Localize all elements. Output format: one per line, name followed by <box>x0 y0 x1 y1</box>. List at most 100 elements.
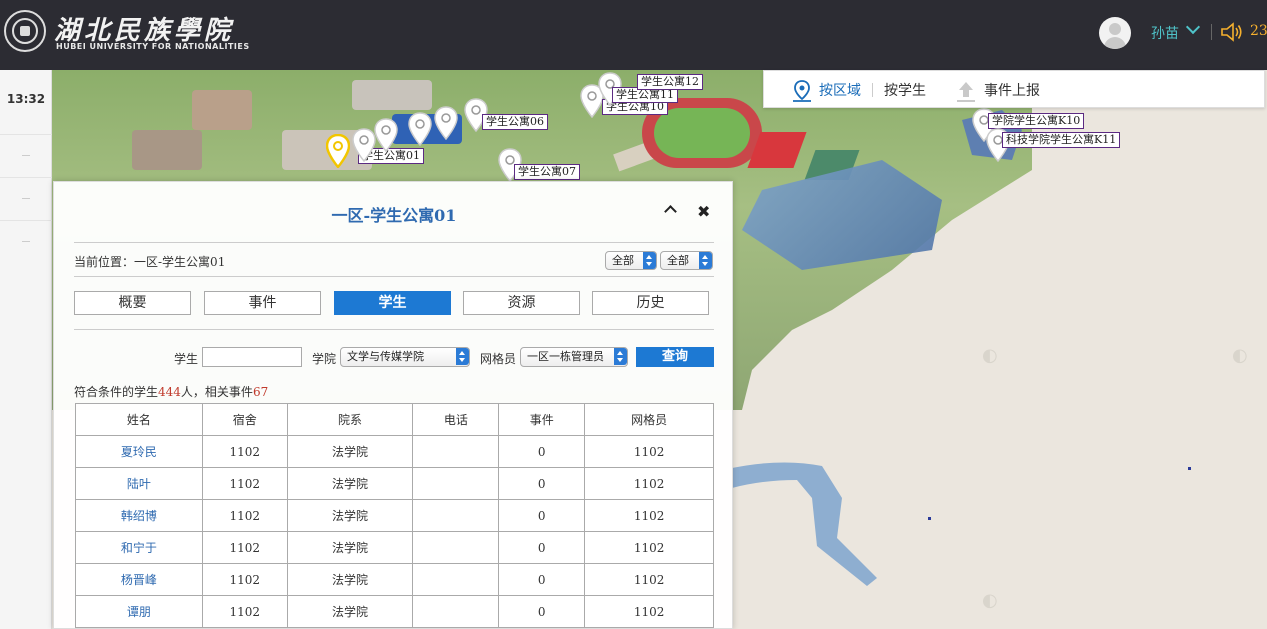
summary-prefix: 符合条件的学生 <box>74 385 159 399</box>
event-count: 67 <box>252 385 269 399</box>
student-name-link[interactable]: 陆叶 <box>75 467 203 500</box>
panel-title: 一区-学生公寓01 <box>331 206 457 225</box>
department-cell: 法学院 <box>286 531 414 564</box>
map-toolbar: 按区域 按学生 事件上报 <box>763 70 1265 108</box>
speaker-icon[interactable] <box>1220 22 1244 42</box>
sidebar-item-3[interactable] <box>0 220 52 263</box>
phone-cell <box>412 595 500 628</box>
department-cell: 法学院 <box>286 563 414 596</box>
grid-manager-select-value: 一区一栋管理员 <box>527 350 604 363</box>
map-marker-icon[interactable] <box>408 112 432 146</box>
map-marker-label[interactable]: 学生公寓07 <box>514 164 580 180</box>
column-header-department[interactable]: 院系 <box>286 403 414 436</box>
map-marker-selected-icon[interactable] <box>326 134 350 168</box>
toolbar-divider <box>872 83 873 97</box>
student-count: 444 <box>158 385 181 399</box>
table-row[interactable]: 谭朋 1102 法学院 0 1102 <box>75 595 714 628</box>
filter-select-2[interactable]: 全部 <box>660 251 713 270</box>
department-cell: 法学院 <box>286 499 414 532</box>
student-name-link[interactable]: 和宁于 <box>75 531 203 564</box>
student-table: 姓名 宿舍 院系 电话 事件 网格员 夏玲民 1102 法学院 0 1102 陆… <box>75 403 714 628</box>
building-info-panel: 一区-学生公寓01 ✖ 当前位置：一区-学生公寓01 全部 全部 概要 事件 学… <box>53 181 733 629</box>
upload-icon[interactable] <box>956 80 976 102</box>
clock-time: 13:32 <box>6 92 46 106</box>
college-label: 学院 <box>312 352 337 366</box>
grid-manager-cell: 1102 <box>584 435 714 468</box>
map-marker-icon[interactable] <box>374 118 398 152</box>
by-area-button[interactable]: 按区域 <box>819 80 861 100</box>
divider <box>74 242 714 243</box>
grid-manager-cell: 1102 <box>584 595 714 628</box>
phone-cell <box>412 531 500 564</box>
table-row[interactable]: 夏玲民 1102 法学院 0 1102 <box>75 435 714 468</box>
student-search-input[interactable] <box>202 347 302 367</box>
query-button[interactable]: 查询 <box>636 347 714 367</box>
map-watermark: ◐ <box>982 345 998 366</box>
column-header-phone[interactable]: 电话 <box>412 403 500 436</box>
map-point-marker[interactable] <box>1188 467 1191 470</box>
grid-manager-label: 网格员 <box>480 352 517 366</box>
result-summary: 符合条件的学生444人，相关事件67 <box>74 383 268 400</box>
university-seal-logo <box>4 10 46 52</box>
department-cell: 法学院 <box>286 595 414 628</box>
location-pin-icon[interactable] <box>792 80 812 102</box>
map-point-marker[interactable] <box>928 517 931 520</box>
tab-resources[interactable]: 资源 <box>463 291 580 315</box>
events-cell: 0 <box>498 531 586 564</box>
column-header-events[interactable]: 事件 <box>498 403 586 436</box>
events-cell: 0 <box>498 595 586 628</box>
sidebar-item-1[interactable] <box>0 134 52 177</box>
map-marker-label[interactable]: 科技学院学生公寓K11 <box>1002 132 1121 148</box>
map-marker-icon[interactable] <box>352 128 376 162</box>
grid-manager-select[interactable]: 一区一栋管理员 <box>520 347 628 367</box>
college-select-value: 文学与传媒学院 <box>347 350 424 363</box>
filter-select-1[interactable]: 全部 <box>605 251 657 270</box>
close-icon[interactable]: ✖ <box>697 202 710 221</box>
report-event-button[interactable]: 事件上报 <box>984 80 1040 100</box>
user-avatar[interactable] <box>1099 17 1131 49</box>
summary-mid: 人，相关事件 <box>180 385 253 399</box>
department-cell: 法学院 <box>286 467 414 500</box>
by-student-button[interactable]: 按学生 <box>884 80 926 100</box>
divider <box>74 329 714 330</box>
sidebar-item-2[interactable] <box>0 177 52 220</box>
username-label[interactable]: 孙苗 <box>1151 23 1179 43</box>
phone-cell <box>412 435 500 468</box>
student-name-link[interactable]: 谭朋 <box>75 595 203 628</box>
map-marker-label[interactable]: 学院学生公寓K10 <box>988 113 1085 129</box>
dorm-cell: 1102 <box>201 435 288 468</box>
grid-manager-cell: 1102 <box>584 499 714 532</box>
map-river <box>732 462 877 586</box>
college-select[interactable]: 文学与传媒学院 <box>340 347 470 367</box>
tab-history[interactable]: 历史 <box>592 291 709 315</box>
student-name-link[interactable]: 杨晋峰 <box>75 563 203 596</box>
student-name-link[interactable]: 韩绍博 <box>75 499 203 532</box>
dorm-cell: 1102 <box>201 563 288 596</box>
map-marker-label[interactable]: 学生公寓12 <box>637 74 703 90</box>
filter-select-2-value: 全部 <box>667 254 689 267</box>
student-name-link[interactable]: 夏玲民 <box>75 435 203 468</box>
table-row[interactable]: 杨晋峰 1102 法学院 0 1102 <box>75 563 714 596</box>
dorm-cell: 1102 <box>201 531 288 564</box>
left-sidebar: 13:32 <box>0 70 52 629</box>
table-row[interactable]: 和宁于 1102 法学院 0 1102 <box>75 531 714 564</box>
column-header-name[interactable]: 姓名 <box>75 403 203 436</box>
chevron-down-icon[interactable] <box>1185 19 1201 35</box>
column-header-grid-manager[interactable]: 网格员 <box>584 403 714 436</box>
tab-overview[interactable]: 概要 <box>74 291 191 315</box>
tab-students[interactable]: 学生 <box>334 291 451 315</box>
map-marker-label[interactable]: 学生公寓06 <box>482 114 548 130</box>
map-marker-icon[interactable] <box>434 106 458 140</box>
student-label: 学生 <box>174 352 199 366</box>
header-divider <box>1211 24 1212 40</box>
top-header: 湖北民族學院 HUBEI UNIVERSITY FOR NATIONALITIE… <box>0 0 1267 70</box>
dorm-cell: 1102 <box>201 499 288 532</box>
university-name-en: HUBEI UNIVERSITY FOR NATIONALITIES <box>56 42 250 51</box>
column-header-dorm[interactable]: 宿舍 <box>201 403 288 436</box>
tab-events[interactable]: 事件 <box>204 291 321 315</box>
current-location-text: 当前位置：一区-学生公寓01 <box>74 255 226 269</box>
notification-count[interactable]: 23 <box>1250 23 1267 39</box>
table-row[interactable]: 韩绍博 1102 法学院 0 1102 <box>75 499 714 532</box>
table-row[interactable]: 陆叶 1102 法学院 0 1102 <box>75 467 714 500</box>
dorm-cell: 1102 <box>201 467 288 500</box>
